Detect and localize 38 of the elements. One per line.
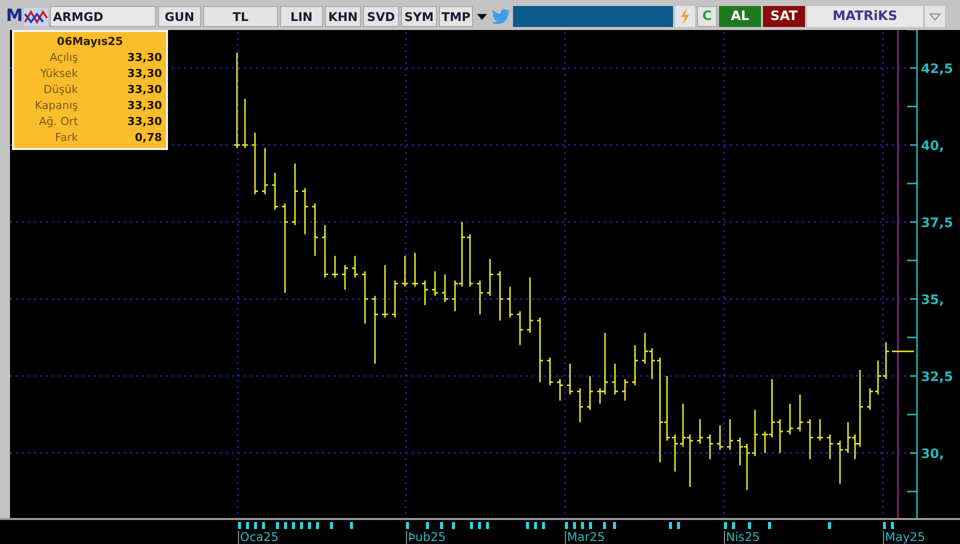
chart-type-icon[interactable] xyxy=(24,8,48,26)
toolbar-button[interactable]: LIN xyxy=(280,6,323,27)
buy-button[interactable]: AL xyxy=(719,6,761,27)
toolbar-button[interactable]: SVD xyxy=(363,6,399,27)
symbol-field[interactable]: ARMGD xyxy=(50,6,156,27)
logo: M xyxy=(6,6,22,27)
info-label: Yüksek xyxy=(39,66,78,82)
toolbar-button[interactable]: GUN xyxy=(158,6,201,27)
brand-logo: MATRiKS xyxy=(807,6,923,27)
info-value: 33,30 xyxy=(126,114,162,130)
axis-label: 42,5 xyxy=(921,62,954,77)
info-value: 33,30 xyxy=(126,98,162,114)
axis-label: Þub25 xyxy=(406,531,446,544)
axis-label: 35, xyxy=(921,293,944,308)
toolbar-button[interactable]: SYM xyxy=(401,6,437,27)
axis-label: Nis25 xyxy=(724,531,760,544)
axis-label: Mar25 xyxy=(565,531,605,544)
info-label: Düşük xyxy=(42,82,78,98)
toolbar-button[interactable]: TL xyxy=(203,6,278,27)
axis-label: 32,5 xyxy=(921,370,954,385)
info-value: 33,30 xyxy=(126,66,162,82)
axis-label: Oca25 xyxy=(238,531,279,544)
axis-label: 30, xyxy=(921,447,944,462)
info-value: 0,78 xyxy=(134,130,162,146)
lightning-icon[interactable] xyxy=(675,6,695,27)
sell-button[interactable]: SAT xyxy=(763,6,805,27)
axis-label: May25 xyxy=(883,531,926,544)
axis-label: 37,5 xyxy=(921,216,954,231)
axis-label: 40, xyxy=(921,139,944,154)
info-value: 33,30 xyxy=(126,50,162,66)
info-label: Fark xyxy=(54,130,78,146)
info-date: 06Mayıs25 xyxy=(56,34,124,50)
info-value: 33,30 xyxy=(126,82,162,98)
toolbar-button[interactable]: TMP xyxy=(439,6,473,27)
info-label: Kapanış xyxy=(34,98,78,114)
toolbar-button[interactable]: KHN xyxy=(325,6,361,27)
info-label: Ağ. Ort xyxy=(38,114,78,130)
info-label: Açılış xyxy=(48,50,78,66)
